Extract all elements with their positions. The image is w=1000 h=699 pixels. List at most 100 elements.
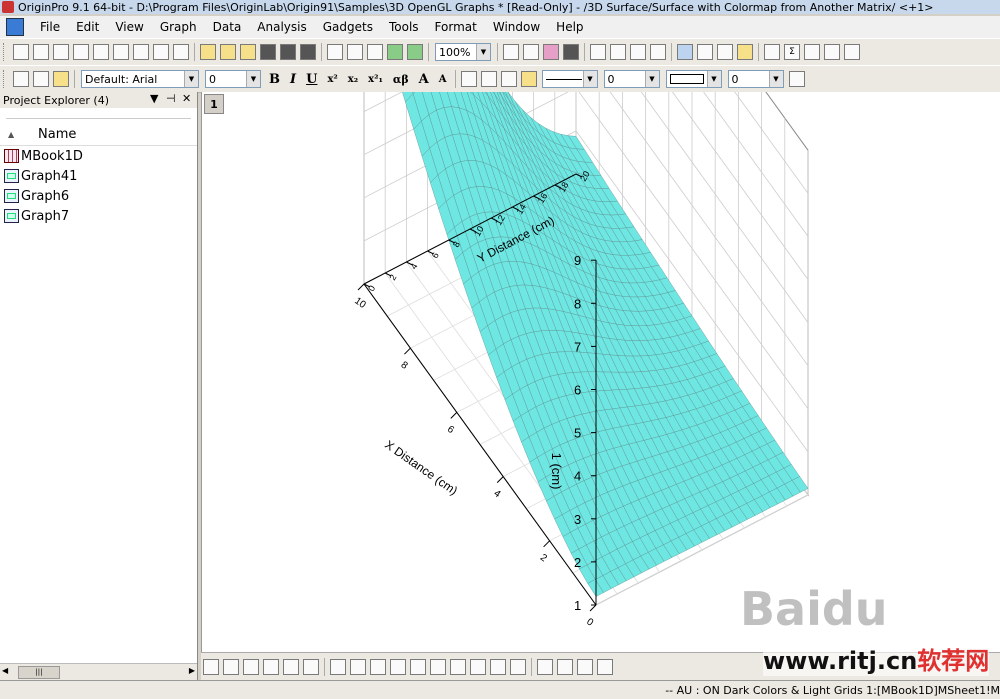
line-color-icon[interactable] bbox=[500, 71, 517, 87]
dropdown-arrow-icon[interactable]: ▼ bbox=[150, 92, 158, 105]
menu-graph[interactable]: Graph bbox=[152, 20, 205, 34]
statistics-icon[interactable] bbox=[844, 44, 860, 60]
messages-log-icon[interactable] bbox=[677, 44, 693, 60]
scroll-thumb[interactable]: ||| bbox=[18, 666, 60, 679]
scatter-plot-icon[interactable] bbox=[350, 659, 366, 675]
column-plot-icon[interactable] bbox=[390, 659, 406, 675]
list-item[interactable]: Graph41 bbox=[0, 166, 197, 186]
horizontal-scrollbar[interactable]: ◀ ||| ▶ bbox=[0, 663, 197, 680]
pattern-dropdown[interactable]: 0 ▼ bbox=[727, 70, 784, 88]
mask-icon[interactable] bbox=[557, 659, 573, 675]
font-dropdown[interactable]: Default: Arial ▼ bbox=[81, 70, 199, 88]
font-size-dropdown[interactable]: 0 ▼ bbox=[205, 70, 261, 88]
save-template-icon[interactable] bbox=[300, 44, 316, 60]
open-excel-icon[interactable] bbox=[240, 44, 256, 60]
shrink-font-button[interactable]: A bbox=[439, 74, 447, 85]
graph-window[interactable]: 1 2 3 4 5 6 7 8 9 0 2 4 6 8 10 0 2 4 6 8 10 12 14 16 18 20 1 (cm) X… bbox=[201, 0, 1000, 652]
open-template-icon[interactable] bbox=[220, 44, 236, 60]
pattern-icon[interactable] bbox=[480, 71, 497, 87]
superscript-button[interactable]: x² bbox=[327, 74, 337, 85]
new-function-icon[interactable] bbox=[133, 44, 149, 60]
toolbar-grip[interactable] bbox=[3, 70, 7, 88]
image-plot-icon[interactable] bbox=[283, 659, 299, 675]
subscript-button[interactable]: x₂ bbox=[348, 74, 358, 85]
area-plot-icon[interactable] bbox=[450, 659, 466, 675]
close-icon[interactable]: ✕ bbox=[182, 92, 191, 105]
matrix-plot-icon[interactable] bbox=[263, 659, 279, 675]
import-wizard-icon[interactable] bbox=[367, 44, 383, 60]
list-item[interactable]: Graph6 bbox=[0, 186, 197, 206]
menu-view[interactable]: View bbox=[107, 20, 151, 34]
save-project-icon[interactable] bbox=[260, 44, 276, 60]
document-menu-icon[interactable] bbox=[6, 18, 24, 36]
line-plot-icon[interactable] bbox=[330, 659, 346, 675]
layer-icon[interactable] bbox=[243, 659, 259, 675]
menu-analysis[interactable]: Analysis bbox=[249, 20, 314, 34]
template-library-icon[interactable] bbox=[203, 659, 219, 675]
toolbar-grip[interactable] bbox=[3, 43, 7, 61]
multi-curve-icon[interactable] bbox=[430, 659, 446, 675]
image-icon[interactable] bbox=[410, 659, 426, 675]
bold-button[interactable]: B bbox=[269, 72, 280, 87]
new-matrix-icon[interactable] bbox=[113, 44, 129, 60]
menu-file[interactable]: File bbox=[32, 20, 68, 34]
surface-plot[interactable]: 1234567890246810024681012141618201 (cm)X… bbox=[202, 0, 1000, 652]
line-symbol-icon[interactable] bbox=[370, 659, 386, 675]
list-item[interactable]: Graph7 bbox=[0, 206, 197, 226]
import-single-icon[interactable] bbox=[327, 44, 343, 60]
surface-icon[interactable] bbox=[577, 659, 593, 675]
results-log-icon[interactable] bbox=[610, 44, 626, 60]
print-icon[interactable] bbox=[503, 44, 519, 60]
recalculate-icon[interactable] bbox=[387, 44, 403, 60]
menu-window[interactable]: Window bbox=[485, 20, 548, 34]
underline-button[interactable]: U bbox=[306, 72, 317, 87]
cut-icon[interactable] bbox=[13, 71, 29, 87]
sort-icon[interactable] bbox=[804, 44, 820, 60]
statistics-plot-icon[interactable] bbox=[490, 659, 506, 675]
copy-page-icon[interactable] bbox=[523, 44, 539, 60]
super-subscript-button[interactable]: x²₁ bbox=[368, 74, 383, 85]
save-window-icon[interactable] bbox=[280, 44, 296, 60]
command-window-icon[interactable] bbox=[630, 44, 646, 60]
menu-edit[interactable]: Edit bbox=[68, 20, 107, 34]
sum-icon[interactable]: Σ bbox=[784, 44, 800, 60]
new-excel-icon[interactable] bbox=[73, 44, 89, 60]
name-column-header[interactable]: ▲ Name bbox=[0, 123, 197, 146]
menu-gadgets[interactable]: Gadgets bbox=[315, 20, 381, 34]
greek-button[interactable]: αβ bbox=[393, 73, 409, 86]
import-multiple-icon[interactable] bbox=[347, 44, 363, 60]
copy-icon[interactable] bbox=[33, 71, 49, 87]
border-dropdown[interactable]: ▼ bbox=[665, 70, 722, 88]
new-graph-icon[interactable] bbox=[93, 44, 109, 60]
3d-plot-icon[interactable] bbox=[510, 659, 526, 675]
polar-plot-icon[interactable] bbox=[470, 659, 486, 675]
line-style-dropdown[interactable]: ▼ bbox=[541, 70, 598, 88]
menu-format[interactable]: Format bbox=[427, 20, 485, 34]
script-window-icon[interactable] bbox=[543, 44, 559, 60]
layer-1-tab[interactable]: 1 bbox=[204, 94, 224, 114]
smile-icon[interactable] bbox=[537, 659, 553, 675]
refresh-icon[interactable] bbox=[407, 44, 423, 60]
scroll-right-icon[interactable]: ▶ bbox=[189, 666, 195, 675]
new-project-icon[interactable] bbox=[13, 44, 29, 60]
grow-font-button[interactable]: A bbox=[419, 72, 429, 87]
list-item[interactable]: MBook1D bbox=[0, 146, 197, 166]
film-icon[interactable] bbox=[563, 44, 579, 60]
add-column-icon[interactable] bbox=[764, 44, 780, 60]
colormap-icon[interactable] bbox=[597, 659, 613, 675]
fill-color-icon[interactable] bbox=[460, 71, 477, 87]
menu-tools[interactable]: Tools bbox=[381, 20, 427, 34]
pin-icon[interactable]: ⊣ bbox=[166, 92, 176, 105]
zoom-dropdown[interactable]: 100% ▼ bbox=[435, 43, 491, 61]
line-width-dropdown[interactable]: 0 ▼ bbox=[603, 70, 660, 88]
row-numbers-icon[interactable] bbox=[824, 44, 840, 60]
italic-button[interactable]: I bbox=[290, 72, 296, 87]
contour-icon[interactable] bbox=[303, 659, 319, 675]
paste-icon[interactable] bbox=[53, 71, 69, 87]
scroll-left-icon[interactable]: ◀ bbox=[2, 666, 8, 675]
hatch-icon[interactable] bbox=[788, 71, 805, 87]
menu-help[interactable]: Help bbox=[548, 20, 591, 34]
open-icon[interactable] bbox=[200, 44, 216, 60]
new-workbook-icon[interactable] bbox=[53, 44, 69, 60]
gear-icon[interactable] bbox=[737, 44, 753, 60]
